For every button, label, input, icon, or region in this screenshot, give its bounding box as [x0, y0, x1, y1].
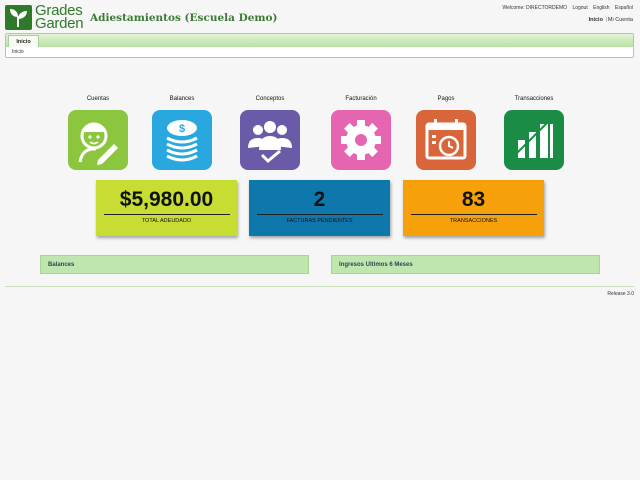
stat-caption: TRANSACCIONES [449, 218, 498, 224]
stat-value: $5,980.00 [119, 188, 214, 211]
bar-chart-icon[interactable] [504, 110, 564, 170]
stat-facturas-pendientes: 2 FACTURAS PENDIENTES [249, 180, 390, 236]
footer-divider [5, 286, 634, 287]
stat-transacciones: 83 TRANSACCIONES [403, 180, 544, 236]
panel-ingresos[interactable]: Ingresos Ultimos 6 Meses [331, 255, 600, 274]
menu-bar-strip [6, 34, 633, 47]
gear-icon[interactable] [331, 110, 391, 170]
tile-label: Conceptos [255, 96, 285, 102]
stat-total-adeudado: $5,980.00 TOTAL ADEUDADO [96, 180, 237, 236]
student-pencil-icon[interactable] [68, 110, 128, 170]
tile-label: Pagos [437, 96, 455, 102]
leaf-logo-icon [5, 5, 32, 30]
logout-link[interactable]: Logout [572, 5, 587, 11]
stat-value: 2 [313, 188, 326, 211]
welcome-text: Welcome: DIRECTORDEMO [502, 5, 568, 11]
tile-cuentas[interactable]: Cuentas [63, 94, 133, 170]
home-link[interactable]: Inicio [589, 17, 603, 23]
tile-label: Facturación [345, 96, 377, 102]
stat-divider [256, 214, 383, 215]
app-title: Adiestamientos (Escuela Demo) [90, 12, 278, 24]
stat-divider [103, 214, 230, 215]
tab-inicio[interactable]: Inicio [8, 35, 39, 47]
breadcrumb[interactable]: Inicio [12, 49, 24, 55]
stat-value: 83 [461, 188, 486, 211]
subnav-separator: | [605, 17, 607, 23]
tile-transacciones[interactable]: Transacciones [499, 94, 569, 170]
users-check-icon[interactable] [240, 110, 300, 170]
panel-balances[interactable]: Balances [40, 255, 309, 274]
my-account-link[interactable]: Mi Cuenta [608, 17, 633, 23]
stat-caption: TOTAL ADEUDADO [141, 218, 192, 224]
tile-label: Transacciones [514, 96, 554, 102]
tile-facturacion[interactable]: Facturación [326, 94, 396, 170]
tile-label: Cuentas [86, 96, 110, 102]
menu-bar: Inicio Inicio [5, 33, 634, 58]
english-link[interactable]: English [593, 5, 609, 11]
top-nav: Welcome: DIRECTORDEMO Logout English Esp… [499, 5, 634, 11]
tile-pagos[interactable]: Pagos [411, 94, 481, 170]
stat-divider [410, 214, 537, 215]
svg-text:$: $ [179, 123, 185, 135]
release-version: Release 3.0 [607, 291, 634, 297]
logo[interactable]: Grades Garden [5, 3, 85, 32]
tile-balances[interactable]: Balances $ [147, 94, 217, 170]
sub-nav: Inicio |Mi Cuenta [589, 17, 633, 23]
tile-label: Balances [169, 96, 195, 102]
calendar-clock-icon[interactable] [416, 110, 476, 170]
stat-caption: FACTURAS PENDIENTES [286, 218, 353, 224]
logo-text-line2: Garden [35, 15, 84, 32]
spanish-link[interactable]: Español [615, 5, 633, 11]
tile-conceptos[interactable]: Conceptos [235, 94, 305, 170]
coin-stack-icon[interactable]: $ [152, 110, 212, 170]
